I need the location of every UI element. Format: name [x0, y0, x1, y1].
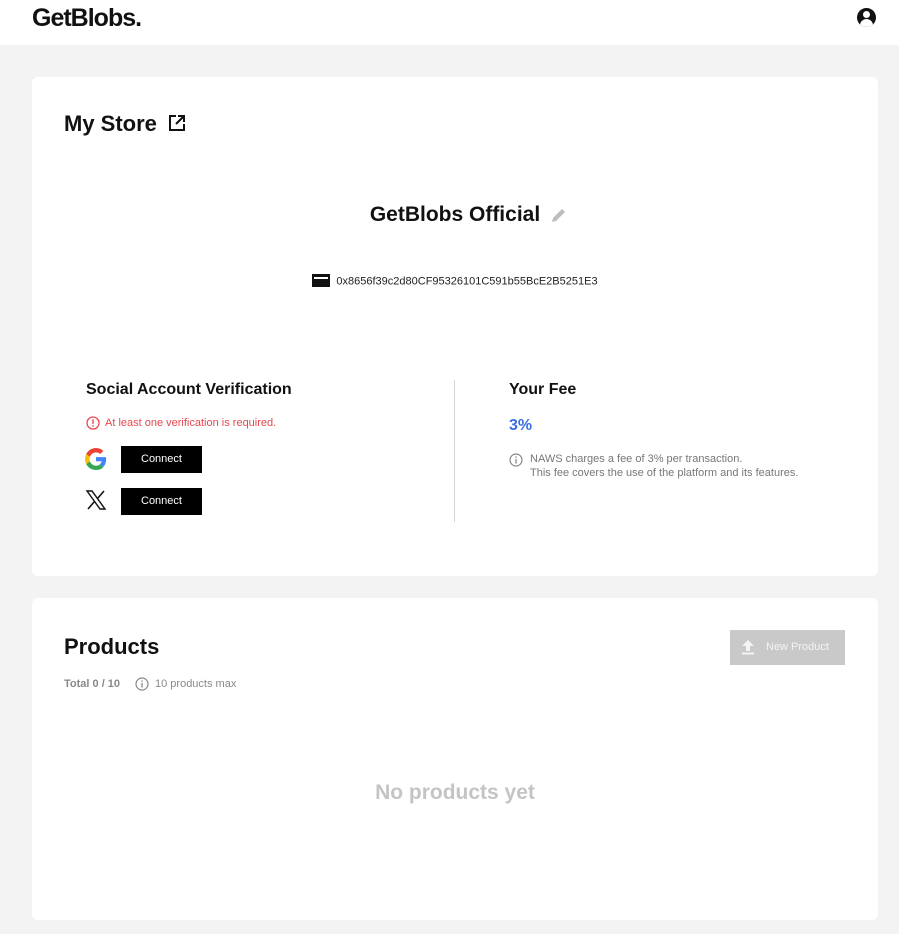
google-icon — [85, 448, 107, 470]
external-link-icon[interactable] — [168, 114, 186, 132]
warning-text: At least one verification is required. — [105, 417, 277, 429]
fee-title: Your Fee — [509, 381, 577, 398]
products-card: Products New Product Total 0 / 10 10 pro… — [32, 598, 878, 920]
info-icon — [509, 453, 523, 467]
connect-google-button[interactable]: Connect — [121, 446, 202, 473]
verification-warning: At least one verification is required. — [86, 416, 276, 430]
products-max-info: 10 products max — [135, 677, 236, 691]
alert-info-icon — [86, 416, 100, 430]
products-max-text: 10 products max — [155, 678, 237, 690]
top-header: GetBlobs. — [0, 0, 899, 45]
wallet-icon — [312, 274, 331, 287]
x-logo-icon — [85, 490, 107, 510]
info-icon — [135, 677, 149, 691]
fee-note-line1: NAWS charges a fee of 3% per transaction… — [530, 453, 743, 465]
store-card: My Store GetBlobs Official 0x8656f39c2d8… — [32, 77, 878, 576]
wallet-address[interactable]: 0x8656f39c2d80CF95326101C591b55BcE2B5251… — [336, 276, 597, 288]
logo[interactable]: GetBlobs. — [32, 4, 142, 33]
user-account-icon[interactable] — [857, 8, 876, 27]
new-product-label: New Product — [766, 641, 829, 653]
upload-icon — [742, 640, 754, 655]
pencil-edit-icon[interactable] — [550, 206, 568, 224]
fee-value: 3% — [509, 417, 533, 434]
connect-x-button[interactable]: Connect — [121, 488, 202, 515]
social-verification-title: Social Account Verification — [86, 381, 292, 398]
store-name-row: GetBlobs Official — [32, 203, 878, 227]
empty-products-message: No products yet — [375, 781, 535, 804]
fee-note-line2: This fee covers the use of the platform … — [530, 467, 799, 479]
section-divider — [454, 380, 455, 522]
store-title: My Store — [64, 111, 157, 136]
new-product-button[interactable]: New Product — [730, 630, 845, 665]
products-title: Products — [64, 634, 160, 659]
store-name: GetBlobs Official — [369, 203, 541, 226]
wallet-row: 0x8656f39c2d80CF95326101C591b55BcE2B5251… — [32, 274, 878, 288]
products-total: Total 0 / 10 — [64, 678, 121, 690]
